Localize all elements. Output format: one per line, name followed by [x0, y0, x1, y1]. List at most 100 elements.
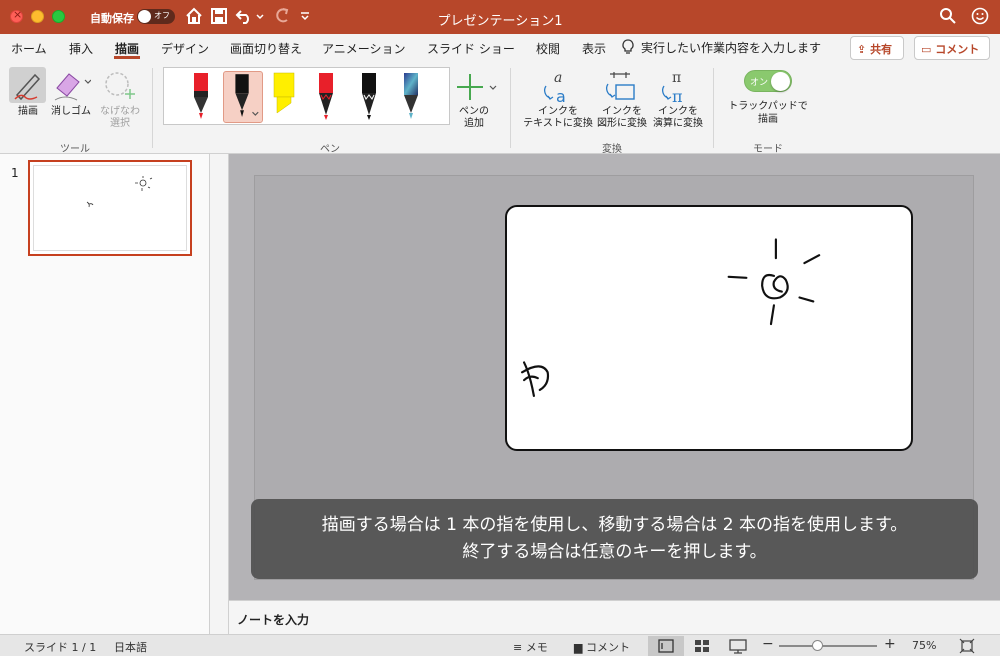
ink-to-text-label-line1: インクを: [538, 106, 578, 117]
tip-line2: 終了する場合は任意のキーを押します。: [462, 542, 767, 562]
tab-animations[interactable]: アニメーション: [322, 40, 406, 57]
slide-thumbnail-canvas: [33, 165, 187, 251]
ink-to-math-icon: ππ: [662, 70, 683, 106]
share-label: 共有: [870, 43, 893, 56]
trackpad-draw-toggle[interactable]: オン: [744, 70, 792, 92]
svg-text:a: a: [556, 87, 566, 106]
slide-sorter-button[interactable]: [684, 636, 720, 656]
group-label-convert: 変換: [602, 144, 622, 155]
ink-to-text-label-line2: テキストに変換: [523, 118, 593, 129]
add-pen-label-line1: ペンの: [459, 106, 489, 117]
ribbon-separator: [510, 68, 511, 148]
ribbon-draw: 描画 消しゴム なげなわ 選択 ツール ペンの 追加 ペン aa インクを テキ…: [0, 62, 1000, 155]
zoom-out-button[interactable]: −: [762, 636, 774, 652]
comments-toggle-button[interactable]: ▆ コメント: [574, 639, 630, 655]
group-label-tools: ツール: [60, 144, 90, 155]
trackpad-toggle-knob: [771, 72, 790, 91]
notes-toggle-label: メモ: [525, 641, 548, 654]
ink-to-math-label-line2: 演算に変換: [653, 118, 703, 129]
lasso-label-line2: 選択: [110, 118, 130, 129]
ink-drawing: [521, 238, 821, 397]
tab-view[interactable]: 表示: [582, 40, 606, 57]
slide-number: 1: [11, 166, 19, 180]
thumbnail-drawing: [86, 176, 153, 208]
ribbon-tabs: ホーム 挿入 描画 デザイン 画面切り替え アニメーション スライド ショー 校…: [0, 34, 1000, 62]
notes-pane[interactable]: ノートを入力: [229, 600, 1000, 634]
zoom-level[interactable]: 75%: [912, 639, 936, 652]
draw-tool-label: 描画: [18, 106, 38, 117]
slide-count: スライド 1 / 1: [24, 641, 97, 654]
feedback-smiley-icon[interactable]: [970, 6, 990, 26]
ribbon-separator: [152, 68, 153, 148]
normal-view-button[interactable]: [648, 636, 684, 656]
svg-text:π: π: [672, 87, 683, 106]
tab-transitions[interactable]: 画面切り替え: [230, 40, 302, 57]
share-icon: ⇪: [857, 43, 867, 56]
lasso-label-line1: なげなわ: [100, 106, 140, 117]
tab-slideshow[interactable]: スライド ショー: [427, 40, 515, 57]
draw-mode-tip: 描画する場合は 1 本の指を使用し、移動する場合は 2 本の指を使用します。 終…: [251, 499, 978, 579]
pen-black-selected[interactable]: [223, 71, 263, 123]
language-indicator[interactable]: 日本語: [114, 639, 147, 655]
comment-bubble-icon: ▆: [574, 641, 583, 654]
add-pen-label-line2: 追加: [464, 118, 484, 129]
fit-to-window-icon[interactable]: [959, 638, 975, 654]
share-button[interactable]: ⇪ 共有: [850, 36, 904, 60]
group-label-mode: モード: [753, 144, 783, 155]
ink-to-shape-button[interactable]: [596, 68, 648, 106]
notes-icon: ≡: [513, 641, 523, 654]
notes-placeholder: ノートを入力: [237, 613, 310, 627]
ink-to-shape-label-line2: 図形に変換: [597, 118, 647, 129]
zoom-slider-track[interactable]: [779, 645, 877, 647]
svg-text:π: π: [672, 70, 681, 86]
zoom-in-button[interactable]: +: [884, 636, 896, 652]
tell-me-box[interactable]: 実行したい作業内容を入力します: [641, 39, 821, 56]
thumbnail-scrollbar[interactable]: [210, 154, 229, 634]
ink-to-text-button[interactable]: aa: [530, 68, 586, 106]
search-icon[interactable]: [938, 6, 958, 26]
ink-to-shape-label-line1: インクを: [602, 106, 642, 117]
tip-line1: 描画する場合は 1 本の指を使用し、移動する場合は 2 本の指を使用します。: [321, 515, 908, 535]
draw-tool-button[interactable]: [9, 67, 46, 103]
tab-review[interactable]: 校閲: [536, 40, 560, 57]
lightbulb-icon: [622, 39, 634, 54]
highlighter-yellow-icon[interactable]: [269, 71, 299, 123]
pencil-black-icon[interactable]: [354, 71, 384, 123]
title-bar: 自動保存 オフ プレゼンテーション1: [0, 0, 1000, 34]
add-pen-icon[interactable]: [456, 70, 500, 106]
draw-pencil-icon: [14, 73, 41, 101]
presenter-view-button[interactable]: [720, 636, 756, 656]
tab-insert[interactable]: 挿入: [69, 40, 93, 57]
active-tab-indicator: [114, 56, 140, 59]
tab-home[interactable]: ホーム: [11, 40, 47, 57]
pen-red-icon[interactable]: [186, 71, 216, 123]
ribbon-separator: [713, 68, 714, 148]
slide-sorter-icon: [695, 640, 709, 652]
svg-text:a: a: [554, 70, 562, 86]
pen-red-pencil-icon[interactable]: [311, 71, 341, 123]
trackpad-label-line2: 描画: [758, 114, 778, 125]
pen-galaxy-icon[interactable]: [396, 71, 426, 123]
ink-to-math-label-line1: インクを: [658, 106, 698, 117]
notes-toggle-button[interactable]: ≡ メモ: [513, 639, 548, 655]
zoom-slider-thumb[interactable]: [812, 640, 823, 651]
ink-to-text-icon: aa: [544, 70, 566, 106]
comments-button[interactable]: ▭ コメント: [914, 36, 990, 60]
comment-icon: ▭: [921, 43, 932, 56]
tab-design[interactable]: デザイン: [161, 40, 209, 57]
normal-view-icon: [658, 639, 674, 653]
slide-thumbnail[interactable]: [28, 160, 192, 256]
eraser-icon[interactable]: [51, 68, 91, 104]
group-label-pens: ペン: [320, 144, 340, 155]
window-title: プレゼンテーション1: [437, 14, 563, 29]
ink-to-math-button[interactable]: ππ: [652, 68, 704, 106]
pen-gallery: [163, 67, 450, 125]
comments-label: コメント: [935, 43, 980, 56]
eraser-label: 消しゴム: [51, 106, 91, 117]
tab-draw[interactable]: 描画: [115, 40, 139, 57]
status-bar: スライド 1 / 1 日本語 ≡ メモ ▆ コメント − + 75%: [0, 634, 1000, 656]
slide-thumbnail-pane: 1: [0, 154, 210, 634]
trackpad-toggle-state: オン: [750, 78, 769, 88]
lasso-select-icon: [105, 72, 135, 99]
ink-to-shape-icon: [606, 72, 635, 100]
